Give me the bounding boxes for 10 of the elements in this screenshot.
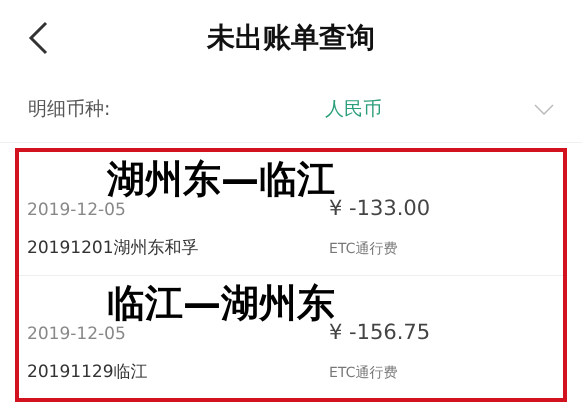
record-type: ETC通行费 — [329, 240, 398, 258]
currency-value[interactable]: 人民币 — [325, 96, 534, 122]
record-type: ETC通行费 — [329, 364, 398, 382]
page-title: 未出账单查询 — [207, 20, 375, 56]
record-date: 2019-12-05 — [27, 324, 127, 344]
record-description: 20191201湖州东和孚 — [27, 237, 200, 259]
back-icon[interactable] — [27, 21, 49, 55]
record-date: 2019-12-05 — [27, 200, 127, 220]
record-description: 20191129临江 — [27, 361, 149, 383]
currency-label: 明细币种: — [28, 97, 112, 122]
